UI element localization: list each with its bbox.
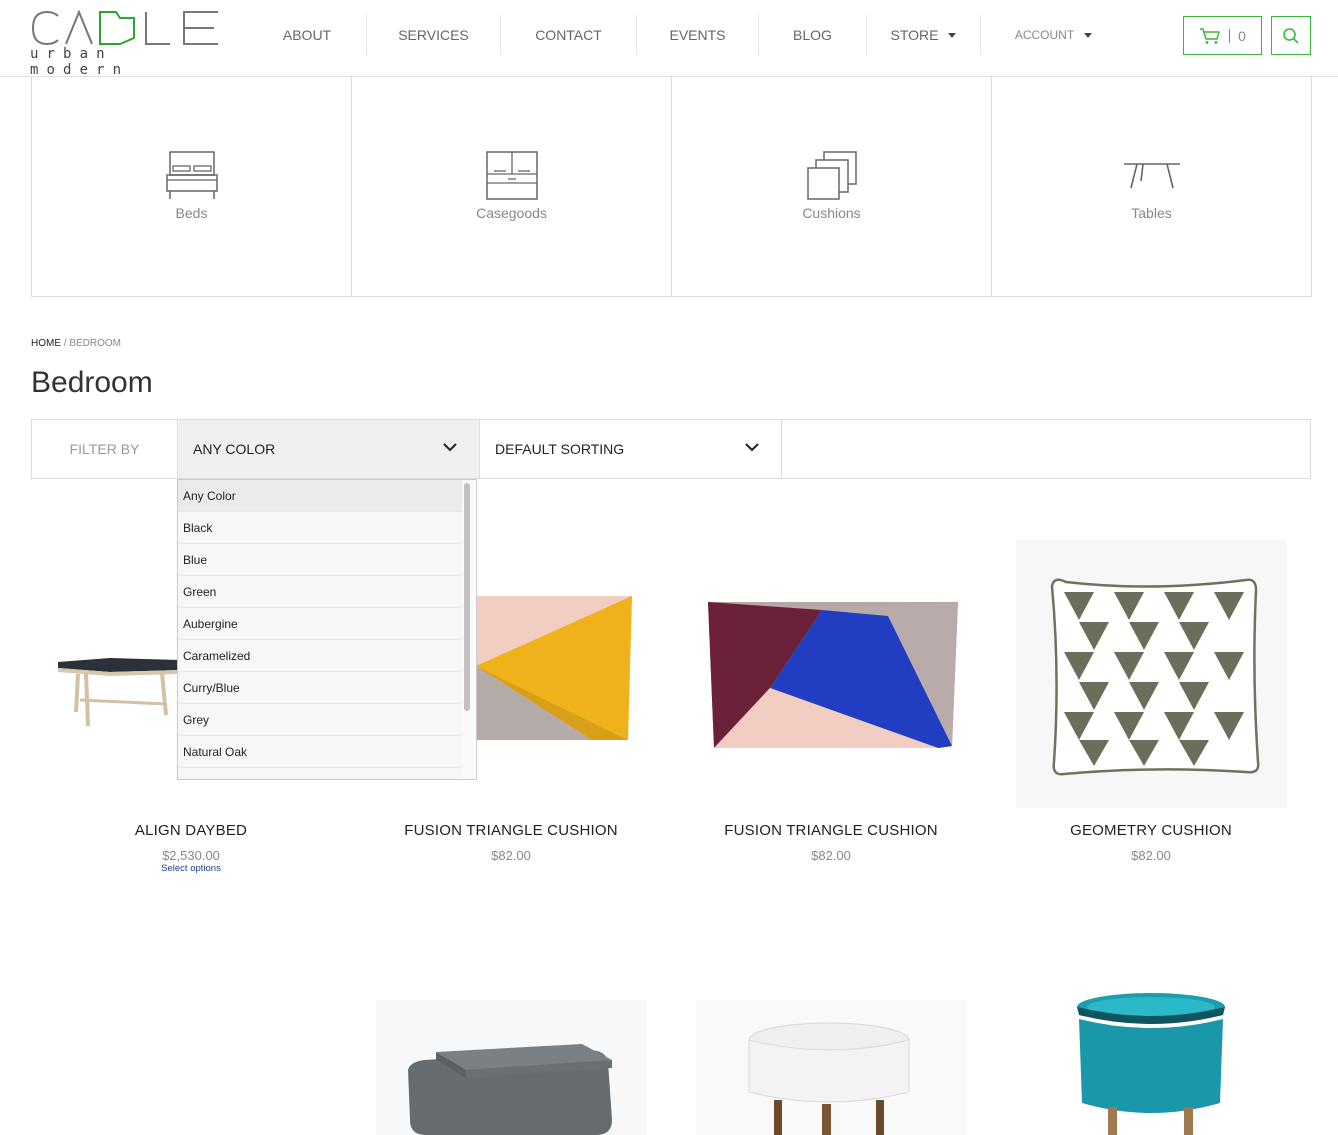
color-option[interactable]: Natural Oak	[178, 736, 462, 768]
product-image-fusion-cushion-yellow[interactable]	[472, 590, 638, 750]
nav-account[interactable]: ACCOUNT	[980, 15, 1126, 55]
product-image-white-side-table[interactable]	[696, 1000, 966, 1135]
cart-divider	[1229, 28, 1231, 43]
nav-about[interactable]: ABOUT	[248, 15, 366, 55]
cart-button[interactable]: 0	[1183, 16, 1262, 55]
color-option[interactable]: Black	[178, 512, 462, 544]
logo-tagline: urban modern	[30, 46, 130, 78]
site-logo[interactable]: urban modern	[30, 8, 220, 78]
dropdown-scrollbar[interactable]	[462, 480, 474, 779]
nav-label: ACCOUNT	[1014, 28, 1075, 42]
category-casegoods[interactable]: Casegoods	[351, 76, 671, 296]
color-option[interactable]: Curry/Blue	[178, 672, 462, 704]
category-label: Casegoods	[476, 205, 547, 221]
color-option[interactable]: Blue	[178, 544, 462, 576]
color-option-partial[interactable]	[178, 768, 462, 779]
nav-label: ABOUT	[282, 27, 332, 43]
table-icon	[1123, 163, 1180, 189]
search-icon	[1283, 27, 1299, 44]
sorting-value: DEFAULT SORTING	[495, 441, 625, 457]
nav-label: SERVICES	[398, 27, 469, 43]
chevron-down-icon	[745, 443, 759, 452]
nav-services[interactable]: SERVICES	[366, 15, 500, 55]
cabinet-icon	[485, 151, 538, 200]
cart-count: 0	[1238, 27, 1246, 44]
color-option[interactable]: Aubergine	[178, 608, 462, 640]
product-image-storage-box[interactable]	[376, 1000, 646, 1135]
color-filter-dropdown[interactable]: Any Color Black Blue Green Aubergine Car…	[177, 479, 477, 780]
search-button[interactable]	[1271, 16, 1311, 55]
chevron-down-icon	[948, 32, 957, 38]
product-name[interactable]: ALIGN DAYBED	[31, 822, 351, 839]
breadcrumb-current: BEDROOM	[69, 338, 122, 349]
product-image-teal-side-table[interactable]	[1016, 985, 1286, 1135]
product-image-align-daybed[interactable]	[50, 540, 190, 740]
color-filter-value: ANY COLOR	[193, 441, 276, 457]
color-option[interactable]: Green	[178, 576, 462, 608]
page-title: Bedroom	[31, 366, 153, 399]
nav-label: EVENTS	[669, 27, 726, 43]
breadcrumb-home[interactable]: HOME	[31, 338, 61, 349]
product-name[interactable]: FUSION TRIANGLE CUSHION	[671, 822, 991, 839]
scrollbar-thumb[interactable]	[464, 483, 470, 711]
filter-label: FILTER BY	[32, 420, 178, 478]
product-price: $82.00	[1131, 848, 1171, 863]
site-header: urban modern ABOUT SERVICES CONTACT EVEN…	[0, 0, 1338, 78]
category-label: Cushions	[802, 205, 861, 221]
cart-icon	[1200, 27, 1220, 44]
select-options-link[interactable]: Select options	[31, 863, 351, 874]
chevron-down-icon	[443, 443, 457, 452]
main-nav: ABOUT SERVICES CONTACT EVENTS BLOG STORE…	[248, 15, 1126, 55]
nav-label: STORE	[890, 27, 939, 43]
color-option[interactable]: Grey	[178, 704, 462, 736]
category-tables[interactable]: Tables	[991, 76, 1311, 296]
product-name[interactable]: FUSION TRIANGLE CUSHION	[351, 822, 671, 839]
nav-blog[interactable]: BLOG	[758, 15, 866, 55]
color-filter-select[interactable]: ANY COLOR	[178, 420, 480, 478]
category-beds[interactable]: Beds	[32, 76, 351, 296]
logo-graphic	[31, 10, 218, 46]
product-image-geometry-cushion[interactable]	[1016, 540, 1286, 808]
bed-icon	[165, 151, 218, 199]
category-tiles: Beds Casegoods Cushions Tables	[31, 76, 1312, 297]
nav-label: CONTACT	[535, 27, 602, 43]
color-option[interactable]: Caramelized	[178, 640, 462, 672]
category-cushions[interactable]: Cushions	[671, 76, 991, 296]
product-price: $82.00	[811, 848, 851, 863]
category-label: Beds	[175, 205, 208, 221]
product-image-fusion-cushion-blue[interactable]	[702, 596, 964, 756]
product-name[interactable]: GEOMETRY CUSHION	[991, 822, 1311, 839]
nav-contact[interactable]: CONTACT	[500, 15, 636, 55]
category-label: Tables	[1131, 205, 1172, 221]
breadcrumb: HOME / BEDROOM	[31, 338, 121, 349]
cushions-icon	[806, 151, 857, 200]
product-price: $82.00	[491, 848, 531, 863]
product-price: $2,530.00	[162, 848, 220, 863]
filter-bar: FILTER BY ANY COLOR DEFAULT SORTING	[31, 419, 1311, 479]
nav-events[interactable]: EVENTS	[636, 15, 758, 55]
color-option[interactable]: Any Color	[178, 480, 462, 512]
nav-label: BLOG	[793, 27, 832, 43]
chevron-down-icon	[1084, 32, 1093, 38]
nav-store[interactable]: STORE	[866, 15, 980, 55]
sorting-select[interactable]: DEFAULT SORTING	[480, 420, 782, 478]
